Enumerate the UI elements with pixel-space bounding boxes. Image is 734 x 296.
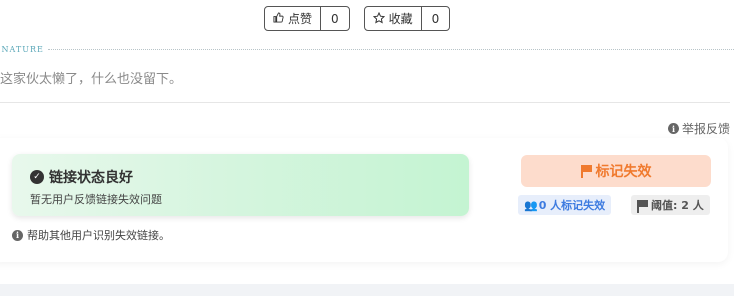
link-status-title: ✓ 链接状态良好 xyxy=(30,167,133,187)
threshold-badge: 阈值: 2 人 xyxy=(631,195,710,215)
page-footer-band xyxy=(0,284,734,296)
signature-divider xyxy=(47,49,734,50)
signature-label: IGNATURE xyxy=(0,45,44,54)
like-button[interactable]: 点赞 0 xyxy=(264,6,350,31)
favorite-label-wrap[interactable]: 收藏 xyxy=(365,7,422,30)
flag-icon xyxy=(580,164,592,178)
section-divider xyxy=(0,102,730,103)
favorite-button[interactable]: 收藏 0 xyxy=(363,6,451,31)
flag-icon xyxy=(637,199,648,213)
report-label: 举报反馈 xyxy=(681,122,730,136)
favorite-label: 收藏 xyxy=(388,12,413,26)
threshold-text: 阈值: 2 人 xyxy=(651,199,704,212)
info-icon: i xyxy=(667,123,679,134)
check-circle-icon: ✓ xyxy=(30,170,44,184)
like-label: 点赞 xyxy=(288,12,313,26)
star-icon xyxy=(372,11,385,26)
signature-text: 这家伙太懒了，什么也没留下。 xyxy=(0,72,183,87)
help-text: 帮助其他用户识别失效链接。 xyxy=(27,229,170,242)
invalid-count-badge: 👥 0 人标记失效 xyxy=(518,195,612,215)
invalid-count-text: 0 人标记失效 xyxy=(538,199,606,212)
like-label-wrap[interactable]: 点赞 xyxy=(265,7,322,30)
favorite-count: 0 xyxy=(431,11,440,26)
help-note: i 帮助其他用户识别失效链接。 xyxy=(12,227,170,243)
report-feedback-link[interactable]: i 举报反馈 xyxy=(667,120,730,137)
post-actions: 点赞 0 收藏 0 xyxy=(264,6,451,31)
link-status-description: 暂无用户反馈链接失效问题 xyxy=(30,193,162,206)
mark-invalid-label: 标记失效 xyxy=(595,164,652,180)
info-icon: i xyxy=(12,229,23,241)
thumbs-up-icon xyxy=(273,12,284,25)
signature-header: IGNATURE xyxy=(0,45,734,54)
users-icon: 👥 xyxy=(524,198,538,212)
link-status-title-text: 链接状态良好 xyxy=(49,170,133,186)
mark-invalid-button[interactable]: 标记失效 xyxy=(521,155,711,187)
link-status-card: ✓ 链接状态良好 暂无用户反馈链接失效问题 xyxy=(12,154,469,216)
like-count: 0 xyxy=(331,11,339,26)
